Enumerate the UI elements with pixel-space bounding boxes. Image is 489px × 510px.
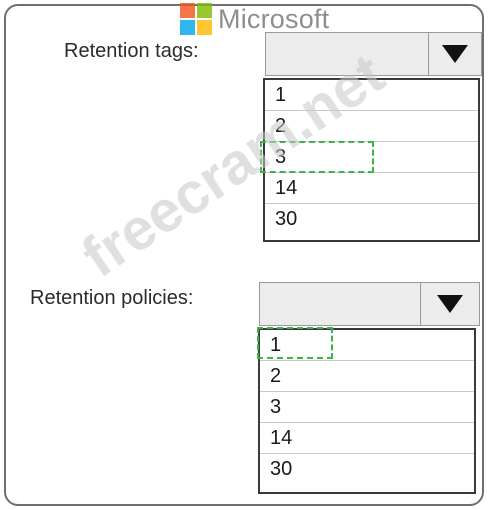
retention-policies-dropdown[interactable] xyxy=(259,282,480,326)
retention-policies-label: Retention policies: xyxy=(30,287,194,309)
brand-header: Microsoft xyxy=(180,2,329,36)
microsoft-logo-icon xyxy=(180,3,212,35)
chevron-down-icon[interactable] xyxy=(421,283,479,325)
option-3[interactable]: 3 xyxy=(260,392,474,423)
retention-policies-selected-value xyxy=(260,283,421,325)
retention-tags-dropdown[interactable] xyxy=(265,32,482,76)
option-14[interactable]: 14 xyxy=(265,173,478,204)
option-3[interactable]: 3 xyxy=(265,142,478,173)
option-2[interactable]: 2 xyxy=(265,111,478,142)
brand-name: Microsoft xyxy=(218,3,330,34)
option-30[interactable]: 30 xyxy=(260,454,474,485)
chevron-down-icon[interactable] xyxy=(429,33,481,75)
retention-tags-label: Retention tags: xyxy=(64,40,199,62)
retention-policies-options-list: 1 2 3 14 30 xyxy=(258,328,476,494)
retention-tags-options-list: 1 2 3 14 30 xyxy=(263,78,480,242)
retention-tags-selected-value xyxy=(266,33,429,75)
option-1[interactable]: 1 xyxy=(260,330,474,361)
option-30[interactable]: 30 xyxy=(265,204,478,235)
option-14[interactable]: 14 xyxy=(260,423,474,454)
option-1[interactable]: 1 xyxy=(265,80,478,111)
option-2[interactable]: 2 xyxy=(260,361,474,392)
